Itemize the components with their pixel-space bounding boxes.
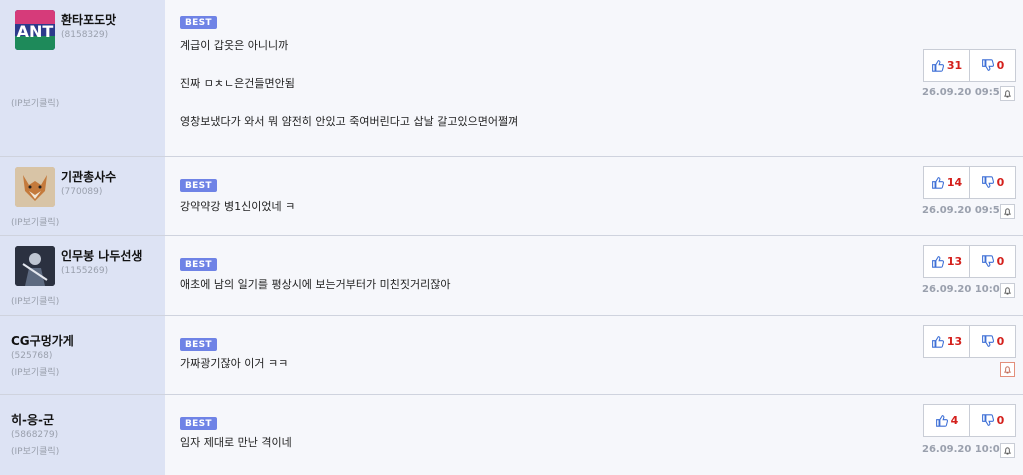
dislike-button[interactable]: 0: [969, 167, 1015, 198]
comment-date: 26.09.20 09:59: [922, 87, 1007, 98]
comment-content: BEST 애초에 남의 일기를 평상시에 보는거부터가 미친짓거리잖아: [165, 236, 1023, 315]
best-badge: BEST: [180, 179, 217, 192]
user-panel: 히-응-군 (5868279) (IP보기클릭): [0, 395, 165, 475]
bell-icon: [1004, 90, 1011, 98]
comment-date: 26.09.20 10:02: [922, 444, 1007, 455]
user-panel: 기관총사수 (770089) (IP보기클릭): [0, 157, 165, 235]
thumbs-down-icon: [981, 59, 994, 71]
best-badge: BEST: [180, 338, 217, 351]
svg-text:ANT: ANT: [17, 22, 54, 41]
user-id: (525768): [11, 351, 53, 361]
thumbs-up-icon: [931, 60, 944, 72]
thumbs-down-icon: [981, 414, 994, 426]
bell-icon: [1004, 366, 1011, 374]
ip-view-link[interactable]: (IP보기클릭): [11, 444, 59, 457]
report-button[interactable]: [1000, 443, 1015, 458]
comment-content: BEST 강약약강 병1신이었네 ㅋ: [165, 157, 1023, 235]
best-badge: BEST: [180, 417, 217, 430]
ip-view-link[interactable]: (IP보기클릭): [11, 294, 59, 307]
comment-list: ANT 환타포도맛 (8158329) (IP보기클릭) BEST 계급이 갑옷…: [0, 0, 1023, 475]
comment-text: 임자 제대로 만난 격이네: [180, 436, 292, 449]
best-badge: BEST: [180, 16, 217, 29]
comment-content: BEST 임자 제대로 만난 격이네: [165, 395, 1023, 475]
user-panel: 인무봉 나두선생 (1155269) (IP보기클릭): [0, 236, 165, 315]
user-id: (8158329): [61, 30, 109, 40]
comment-date: 26.09.20 10:01: [922, 284, 1007, 295]
user-nickname[interactable]: 히-응-군: [11, 411, 54, 428]
thumbs-down-icon: [981, 335, 994, 347]
best-badge: BEST: [180, 258, 217, 271]
comment-row: 히-응-군 (5868279) (IP보기클릭) BEST 임자 제대로 만난 …: [0, 395, 1023, 475]
thumbs-down-icon: [981, 255, 994, 267]
like-count: 13: [946, 335, 963, 348]
like-button[interactable]: 4: [924, 405, 969, 436]
user-id: (770089): [61, 187, 103, 197]
comment-text: 계급이 갑옷은 아니니까 진짜 ㅁㅊㄴ은건들면안됨 영창보냈다가 와서 뭐 얌전…: [180, 39, 519, 128]
bell-icon: [1004, 208, 1011, 216]
user-id: (1155269): [61, 266, 109, 276]
dislike-button[interactable]: 0: [969, 246, 1015, 277]
comment-content: BEST 계급이 갑옷은 아니니까 진짜 ㅁㅊㄴ은건들면안됨 영창보냈다가 와서…: [165, 0, 1023, 156]
comment-row: 인무봉 나두선생 (1155269) (IP보기클릭) BEST 애초에 남의 …: [0, 236, 1023, 316]
ant-logo-icon[interactable]: ANT: [15, 10, 55, 50]
comment-text: 애초에 남의 일기를 평상시에 보는거부터가 미친짓거리잖아: [180, 278, 451, 291]
like-button[interactable]: 14: [924, 167, 969, 198]
like-count: 14: [946, 176, 963, 189]
ip-view-link[interactable]: (IP보기클릭): [11, 96, 59, 109]
user-id: (5868279): [11, 430, 59, 440]
dislike-count: 0: [996, 335, 1005, 348]
user-nickname[interactable]: CG구멍가게: [11, 332, 74, 349]
dislike-count: 0: [996, 414, 1005, 427]
comment-row: ANT 환타포도맛 (8158329) (IP보기클릭) BEST 계급이 갑옷…: [0, 0, 1023, 157]
comment-text: 가짜광기잖아 이거 ㅋㅋ: [180, 357, 289, 370]
dislike-button[interactable]: 0: [969, 50, 1015, 81]
thumbs-up-icon: [935, 415, 948, 427]
like-count: 13: [946, 255, 963, 268]
vote-box: 4 0: [923, 404, 1016, 437]
report-button[interactable]: [1000, 362, 1015, 377]
report-button[interactable]: [1000, 86, 1015, 101]
character-icon[interactable]: [15, 246, 55, 286]
ip-view-link[interactable]: (IP보기클릭): [11, 365, 59, 378]
like-button[interactable]: 13: [924, 326, 969, 357]
ip-view-link[interactable]: (IP보기클릭): [11, 215, 59, 228]
like-count: 4: [950, 414, 959, 427]
thumbs-up-icon: [931, 256, 944, 268]
vote-box: 14 0: [923, 166, 1016, 199]
report-button[interactable]: [1000, 283, 1015, 298]
comment-text: 강약약강 병1신이었네 ㅋ: [180, 200, 296, 213]
user-panel: CG구멍가게 (525768) (IP보기클릭): [0, 316, 165, 394]
vote-box: 31 0: [923, 49, 1016, 82]
comment-row: CG구멍가게 (525768) (IP보기클릭) BEST 가짜광기잖아 이거 …: [0, 316, 1023, 395]
bell-icon: [1004, 447, 1011, 455]
comment-row: 기관총사수 (770089) (IP보기클릭) BEST 강약약강 병1신이었네…: [0, 157, 1023, 236]
report-button[interactable]: [1000, 204, 1015, 219]
dislike-count: 0: [996, 59, 1005, 72]
fox-icon[interactable]: [15, 167, 55, 207]
dislike-button[interactable]: 0: [969, 326, 1015, 357]
dislike-button[interactable]: 0: [969, 405, 1015, 436]
like-count: 31: [946, 59, 963, 72]
thumbs-up-icon: [931, 336, 944, 348]
comment-date: 26.09.20 09:59: [922, 205, 1007, 216]
bell-icon: [1004, 287, 1011, 295]
user-nickname[interactable]: 인무봉 나두선생: [61, 247, 142, 264]
user-nickname[interactable]: 환타포도맛: [61, 11, 116, 28]
comment-content: BEST 가짜광기잖아 이거 ㅋㅋ: [165, 316, 1023, 394]
thumbs-down-icon: [981, 176, 994, 188]
user-panel: ANT 환타포도맛 (8158329) (IP보기클릭): [0, 0, 165, 156]
dislike-count: 0: [996, 255, 1005, 268]
like-button[interactable]: 31: [924, 50, 969, 81]
vote-box: 13 0: [923, 325, 1016, 358]
dislike-count: 0: [996, 176, 1005, 189]
user-nickname[interactable]: 기관총사수: [61, 168, 116, 185]
vote-box: 13 0: [923, 245, 1016, 278]
thumbs-up-icon: [931, 177, 944, 189]
like-button[interactable]: 13: [924, 246, 969, 277]
